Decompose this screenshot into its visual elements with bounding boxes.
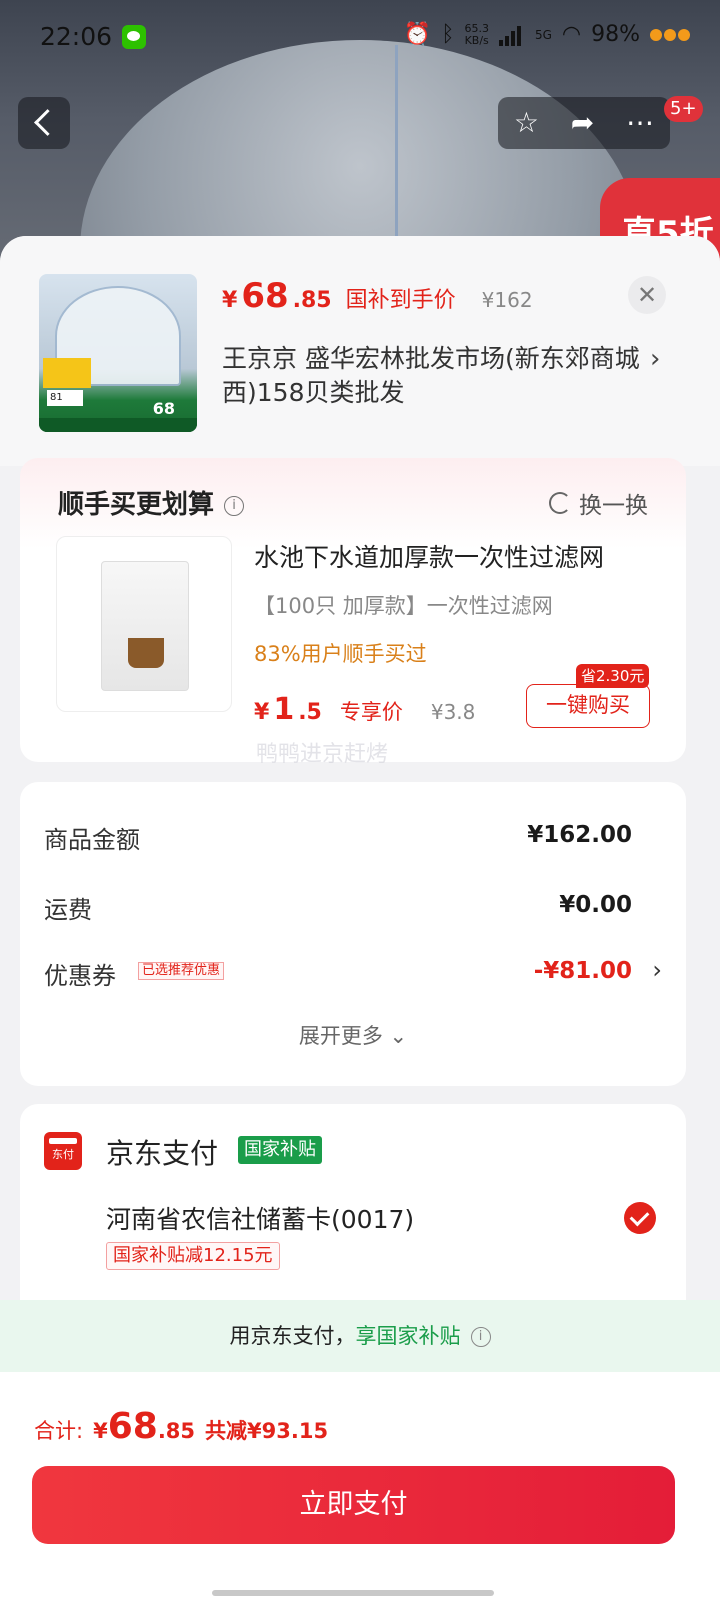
battery-icon — [650, 28, 690, 41]
back-button[interactable] — [18, 97, 70, 149]
payment-title: 京东支付 — [106, 1137, 219, 1170]
favorite-icon[interactable]: ☆ — [514, 109, 539, 137]
more-icon[interactable]: ⋯ — [626, 109, 654, 137]
thumb-price: 81 — [47, 390, 83, 406]
network-type: 5G — [534, 27, 552, 42]
subsidy-notice: 用京东支付，享国家补贴 i — [0, 1300, 720, 1372]
original-price: ¥162 — [481, 288, 533, 312]
pay-now-button[interactable]: 立即支付 — [32, 1466, 675, 1544]
expand-more-button[interactable]: 展开更多 ⌄ — [20, 1020, 686, 1050]
subsidy-discount-tag: 国家补贴减12.15元 — [106, 1242, 280, 1270]
battery-level: 98% — [591, 22, 640, 47]
one-click-buy-button[interactable]: 一键购买 — [526, 684, 650, 728]
info-icon[interactable]: i — [224, 495, 245, 516]
alarm-icon: ⏰ — [403, 22, 432, 47]
swap-button[interactable]: 换一换 — [549, 486, 648, 520]
chevron-right-icon[interactable]: › — [650, 344, 660, 374]
share-icon[interactable]: ➦ — [571, 109, 594, 137]
status-bar: 22:06 ⏰ ᛒ 65.3 KB/s 5G ◠ 98% — [0, 0, 720, 76]
shipping-amount: ¥0.00 — [559, 892, 632, 918]
upsell-price: ¥ 1 .5 专享价 ¥3.8 — [254, 692, 476, 727]
thumb-big-price: 68 — [152, 399, 175, 418]
goods-amount: ¥162.00 — [527, 822, 632, 848]
upsell-popularity: 83%用户顺手买过 — [254, 642, 427, 666]
close-button[interactable]: ✕ — [628, 276, 666, 314]
thumb-promo-label — [43, 358, 91, 388]
product-header: 81 68 ¥ 68 .85 国补到手价 ¥162 ✕ 王京京 盛华宏林批发市场… — [0, 236, 720, 466]
seller-address[interactable]: 王京京 盛华宏林批发市场(新东郊商城西)158贝类批发 — [222, 342, 642, 410]
message-badge: 5+ — [664, 96, 703, 122]
net-speed: 65.3 KB/s — [464, 21, 489, 47]
upsell-product-image[interactable] — [56, 536, 232, 712]
price-label: 国补到手价 — [345, 288, 456, 313]
status-indicators: ⏰ ᛒ 65.3 KB/s 5G ◠ 98% — [404, 22, 690, 47]
gov-subsidy-badge: 国家补贴 — [238, 1136, 322, 1164]
save-badge: 省2.30元 — [576, 664, 650, 688]
upsell-product-spec: 【100只 加厚款】一次性过滤网 — [254, 594, 553, 618]
info-icon[interactable]: i — [470, 1327, 491, 1347]
upsell-card: 顺手买更划算 i 换一换 水池下水道加厚款一次性过滤网 【100只 加厚款】一次性… — [20, 458, 686, 762]
bluetooth-icon: ᛒ — [441, 22, 455, 47]
order-summary-card: 商品金额 ¥162.00 运费 ¥0.00 优惠券 已选推荐优惠 -¥81.00… — [20, 782, 686, 1086]
order-total: 合计: ¥ 68 .85 共减¥93.15 — [34, 1406, 329, 1447]
refresh-icon — [549, 492, 571, 514]
checkout-footer: 合计: ¥ 68 .85 共减¥93.15 立即支付 — [0, 1372, 720, 1600]
watermark: 鸭鸭进京赶烤 — [256, 742, 389, 767]
chevron-right-icon[interactable]: › — [652, 956, 662, 984]
home-indicator[interactable] — [212, 1590, 494, 1596]
cellular-signal-icon — [498, 24, 525, 46]
coupon-amount: -¥81.00 — [533, 958, 632, 984]
checkout-sheet: 81 68 ¥ 68 .85 国补到手价 ¥162 ✕ 王京京 盛华宏林批发市场… — [0, 236, 720, 1600]
selected-check-icon[interactable] — [624, 1202, 656, 1234]
status-time: 22:06 — [40, 22, 113, 51]
upsell-original-price: ¥3.8 — [430, 700, 476, 724]
nav-actions: ☆ ➦ ⋯ — [498, 97, 670, 149]
upsell-title: 顺手买更划算 i — [58, 484, 245, 521]
wifi-icon: ◠ — [561, 22, 582, 47]
wechat-notification-icon — [122, 25, 146, 49]
total-saved: 共减¥93.15 — [205, 1419, 329, 1443]
product-price: ¥ 68 .85 国补到手价 ¥162 — [222, 276, 533, 316]
jd-pay-icon: 东付 — [44, 1132, 82, 1170]
product-thumbnail[interactable]: 81 68 — [39, 274, 197, 432]
upsell-product-name[interactable]: 水池下水道加厚款一次性过滤网 — [254, 538, 604, 574]
bank-card-name[interactable]: 河南省农信社储蓄卡(0017) — [106, 1200, 414, 1236]
chevron-down-icon: ⌄ — [389, 1024, 408, 1048]
coupon-tag: 已选推荐优惠 — [138, 962, 225, 980]
